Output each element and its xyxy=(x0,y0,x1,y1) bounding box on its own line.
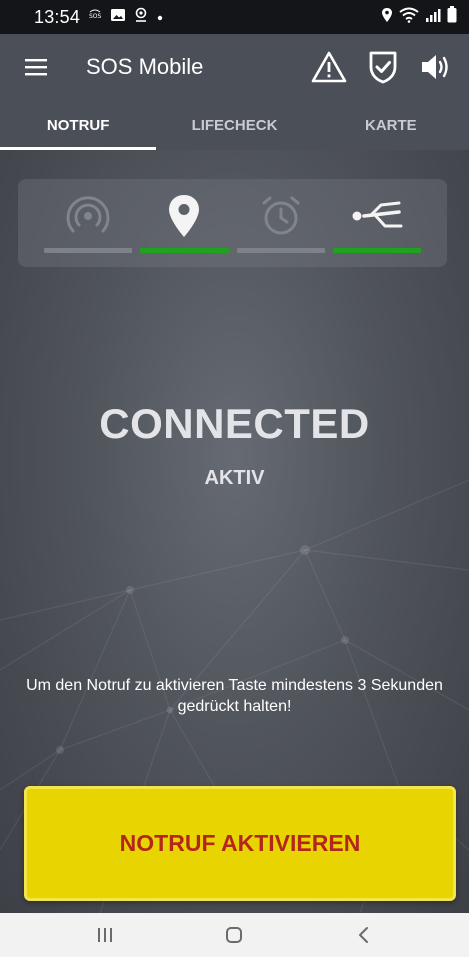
connection-status: CONNECTED xyxy=(99,400,370,447)
home-icon xyxy=(226,927,243,943)
dot-icon xyxy=(156,7,164,27)
tab-label: NOTRUF xyxy=(46,116,110,134)
tab-bar: NOTRUF LIFECHECK KARTE xyxy=(0,100,469,150)
button-label: NOTRUF AKTIVIEREN xyxy=(119,830,361,856)
app-bar-actions xyxy=(309,47,469,87)
main-content: CONNECTED AKTIV Um den Notruf zu aktivie… xyxy=(0,150,469,913)
status-indicator-panel xyxy=(18,179,447,267)
location-icon xyxy=(134,7,148,28)
shield-button[interactable] xyxy=(363,47,403,87)
hamburger-menu-icon xyxy=(25,59,47,76)
status-icons-left: SOS xyxy=(88,7,164,28)
location-pin-icon xyxy=(169,195,200,237)
tab-notruf[interactable]: NOTRUF xyxy=(0,100,157,150)
svg-text:SOS: SOS xyxy=(89,13,102,20)
tab-label: KARTE xyxy=(364,116,417,134)
volume-icon xyxy=(422,55,448,79)
indicator-status-bar xyxy=(332,248,421,253)
back-button[interactable] xyxy=(334,913,394,957)
system-nav-bar xyxy=(0,913,469,957)
app-title: SOS Mobile xyxy=(86,54,204,79)
back-icon xyxy=(359,927,369,943)
mode-status: AKTIV xyxy=(204,467,265,489)
warning-icon xyxy=(311,51,347,83)
indicator-status-bar xyxy=(140,248,229,253)
home-button[interactable] xyxy=(204,913,264,957)
indicator-man-down xyxy=(329,179,425,267)
shield-check-icon xyxy=(369,51,397,84)
instruction-text: Um den Notruf zu aktivieren Taste mindes… xyxy=(26,677,443,715)
app-bar: SOS Mobile xyxy=(0,34,469,100)
recent-apps-icon xyxy=(97,928,112,942)
indicator-status-bar xyxy=(236,248,325,253)
indicator-status-bar xyxy=(44,248,133,253)
status-time: 13:54 xyxy=(34,6,81,27)
recent-apps-button[interactable] xyxy=(75,913,135,957)
image-icon xyxy=(110,7,126,27)
alarm-clock-icon xyxy=(262,196,300,235)
location-icon xyxy=(381,7,393,28)
indicator-radio-signal xyxy=(40,179,136,267)
man-down-icon xyxy=(352,201,403,228)
tab-label: LIFECHECK xyxy=(191,116,278,134)
wifi-icon xyxy=(399,7,419,28)
signal-icon xyxy=(425,7,441,28)
volume-button[interactable] xyxy=(417,47,457,87)
radio-signal-icon xyxy=(66,196,110,233)
menu-button[interactable] xyxy=(0,34,72,100)
tab-lifecheck[interactable]: LIFECHECK xyxy=(156,100,312,150)
status-icons-right xyxy=(381,6,457,28)
system-status-bar: 13:54 SOS xyxy=(0,0,469,34)
warning-button[interactable] xyxy=(309,47,349,87)
activate-emergency-button[interactable]: NOTRUF AKTIVIEREN xyxy=(24,786,456,901)
battery-icon xyxy=(447,6,457,28)
tab-karte[interactable]: KARTE xyxy=(313,100,469,150)
sos-icon: SOS xyxy=(88,7,102,27)
indicator-location xyxy=(136,179,232,267)
indicator-alarm xyxy=(233,179,329,267)
